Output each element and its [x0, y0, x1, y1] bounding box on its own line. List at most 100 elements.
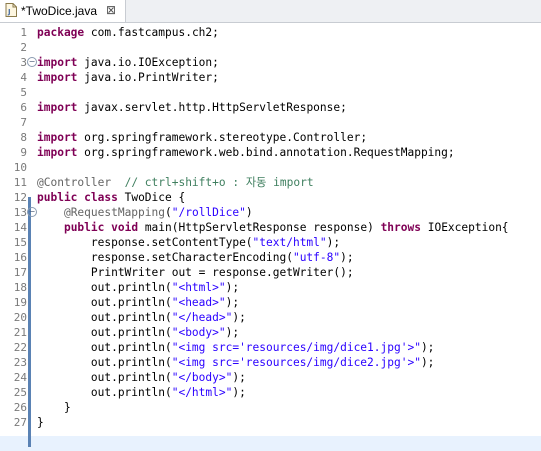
code-token: } [37, 416, 44, 429]
code-line[interactable]: 22 out.println("<img src='resources/img/… [0, 340, 541, 355]
code-line[interactable]: 2 [0, 40, 541, 55]
code-text: import javax.servlet.http.HttpServletRes… [37, 100, 347, 115]
line-number: 23 [13, 356, 27, 369]
line-number: 1 [20, 26, 27, 39]
line-number: 25 [13, 386, 27, 399]
fold-toggle-icon[interactable]: − [27, 57, 37, 67]
line-number: 19 [13, 296, 27, 309]
code-line[interactable]: 7 [0, 115, 541, 130]
code-text: public class TwoDice { [37, 190, 185, 205]
code-line[interactable]: 15 response.setContentType("text/html"); [0, 235, 541, 250]
line-number: 2 [20, 41, 27, 54]
code-line[interactable]: 23 out.println("<img src='resources/img/… [0, 355, 541, 370]
line-number: 17 [13, 266, 27, 279]
editor-tab-bar: J *TwoDice.java ⊠ [0, 0, 541, 23]
code-text: @RequestMapping("/rollDice") [37, 205, 253, 220]
code-token: java.io.IOException; [84, 56, 219, 69]
line-number: 16 [13, 251, 27, 264]
code-text: out.println("<head>"); [37, 295, 239, 310]
code-token: import [37, 101, 78, 114]
code-line[interactable]: 26 } [0, 400, 541, 415]
code-token: out.println( [37, 341, 172, 354]
code-token: com.fastcampus.ch2; [90, 26, 219, 39]
code-text: response.setCharacterEncoding("utf-8"); [37, 250, 354, 265]
code-token: ( [165, 206, 172, 219]
code-token: out.println( [37, 371, 172, 384]
line-number: 21 [13, 326, 27, 339]
line-number: 26 [13, 401, 27, 414]
code-line[interactable]: 19 out.println("<head>"); [0, 295, 541, 310]
code-text: out.println("<body>"); [37, 325, 239, 340]
code-token: IOException{ [420, 221, 509, 234]
code-line[interactable]: 13− @RequestMapping("/rollDice") [0, 205, 541, 220]
code-token: javax.servlet.http.HttpServletResponse; [84, 101, 347, 114]
code-token: response.setCharacterEncoding( [37, 251, 293, 264]
code-line[interactable]: 24 out.println("</body>"); [0, 370, 541, 385]
line-number: 4 [20, 71, 27, 84]
code-line[interactable]: 5 [0, 85, 541, 100]
code-text: public void main(HttpServletResponse res… [37, 220, 509, 235]
code-token: out.println( [37, 281, 172, 294]
code-token: void [111, 221, 139, 234]
code-line[interactable]: 21 out.println("<body>"); [0, 325, 541, 340]
code-token: ); [420, 341, 435, 354]
code-line[interactable]: 4 import java.io.PrintWriter; [0, 70, 541, 85]
code-line[interactable]: 6 import javax.servlet.http.HttpServletRe… [0, 100, 541, 115]
code-token: @Controller [37, 176, 112, 189]
close-tab-icon[interactable]: ⊠ [106, 3, 116, 17]
line-number: 13 [13, 206, 27, 219]
code-line[interactable]: 10 [0, 160, 541, 175]
code-token: "/rollDice" [171, 206, 246, 219]
code-text: package com.fastcampus.ch2; [37, 25, 219, 40]
code-token: java.io.PrintWriter; [84, 71, 219, 84]
code-token: ); [232, 311, 246, 324]
code-text: @Controller // ctrl+shift+o : 자동 import [37, 175, 314, 190]
code-editor[interactable]: 1 package com.fastcampus.ch2; 2 3− import ja… [0, 22, 541, 451]
code-line[interactable]: 1 package com.fastcampus.ch2; [0, 25, 541, 40]
code-line[interactable]: 25 out.println("</html>"); [0, 385, 541, 400]
code-text: } [37, 400, 71, 415]
code-line[interactable]: 18 out.println("<html>"); [0, 280, 541, 295]
code-token: "<img src='resources/img/dice1.jpg'>" [171, 341, 421, 354]
code-token: ); [232, 371, 246, 384]
line-number: 3 [20, 56, 27, 69]
code-token: org.springframework.stereotype.Controlle… [84, 131, 368, 144]
code-token: TwoDice { [117, 191, 186, 204]
code-token: "<body>" [171, 326, 226, 339]
code-token: out.println( [37, 326, 172, 339]
code-text: PrintWriter out = response.getWriter(); [37, 265, 354, 280]
code-line[interactable]: 16 response.setCharacterEncoding("utf-8"… [0, 250, 541, 265]
code-token: @RequestMapping [63, 206, 165, 219]
code-text: out.println("</head>"); [37, 310, 246, 325]
code-text: } [37, 415, 44, 430]
code-token: "utf-8" [292, 251, 341, 264]
code-token: import [37, 146, 78, 159]
code-line[interactable]: 8 import org.springframework.stereotype.C… [0, 130, 541, 145]
code-line[interactable]: 20 out.println("</head>"); [0, 310, 541, 325]
code-token: response.setContentType( [37, 236, 253, 249]
line-number: 22 [13, 341, 27, 354]
line-number: 8 [20, 131, 27, 144]
code-line[interactable]: 14 public void main(HttpServletResponse … [0, 220, 541, 235]
code-line[interactable]: 9 import org.springframework.web.bind.ann… [0, 145, 541, 160]
code-line[interactable]: 27} [0, 415, 541, 430]
tab-title: *TwoDice.java [21, 4, 98, 18]
code-line[interactable]: 17 PrintWriter out = response.getWriter(… [0, 265, 541, 280]
code-token: import [37, 131, 78, 144]
code-line[interactable]: 3− import java.io.IOException; [0, 55, 541, 70]
code-token: "<img src='resources/img/dice2.jpg'>" [171, 356, 421, 369]
line-number: 24 [13, 371, 27, 384]
code-token: org.springframework.web.bind.annotation.… [84, 146, 455, 159]
code-line[interactable]: 12 public class TwoDice { [0, 190, 541, 205]
fold-toggle-icon[interactable]: − [27, 207, 37, 217]
code-line[interactable]: 11 @Controller // ctrl+shift+o : 자동 impor… [0, 175, 541, 190]
code-text: import org.springframework.stereotype.Co… [37, 130, 367, 145]
line-number: 20 [13, 311, 27, 324]
line-number: 27 [13, 416, 27, 429]
editor-tab-twodice[interactable]: J *TwoDice.java ⊠ [0, 0, 126, 22]
code-text: out.println("</body>"); [37, 370, 246, 385]
code-token: out.println( [37, 356, 172, 369]
